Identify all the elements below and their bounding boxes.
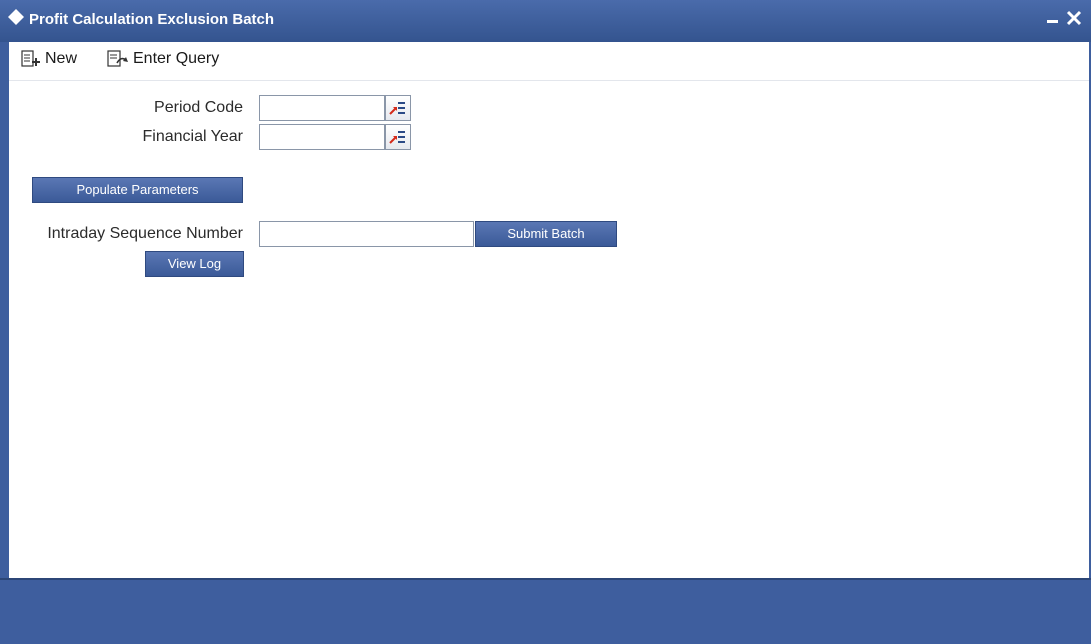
close-button[interactable] bbox=[1065, 9, 1083, 27]
close-icon bbox=[1066, 10, 1082, 26]
new-button[interactable]: New bbox=[21, 48, 77, 70]
diamond-icon bbox=[8, 9, 24, 25]
new-document-icon bbox=[21, 50, 40, 67]
footer-bar bbox=[0, 578, 1091, 644]
window-title: Profit Calculation Exclusion Batch bbox=[29, 11, 275, 28]
enter-query-label: Enter Query bbox=[133, 50, 220, 67]
submit-batch-button[interactable]: Submit Batch bbox=[475, 221, 617, 247]
populate-parameters-button[interactable]: Populate Parameters bbox=[32, 177, 243, 203]
period-code-input[interactable] bbox=[259, 95, 385, 121]
list-of-values-icon bbox=[389, 131, 405, 144]
minimize-icon bbox=[1047, 20, 1058, 23]
enter-query-button[interactable]: Enter Query bbox=[107, 48, 219, 70]
list-of-values-icon bbox=[389, 102, 405, 115]
period-code-label: Period Code bbox=[154, 99, 243, 116]
financial-year-lov-button[interactable] bbox=[385, 124, 411, 150]
batch-window: Profit Calculation Exclusion Batch New E… bbox=[0, 0, 1091, 644]
view-log-button[interactable]: View Log bbox=[145, 251, 244, 277]
period-code-lov-button[interactable] bbox=[385, 95, 411, 121]
financial-year-label: Financial Year bbox=[142, 128, 243, 145]
title-bar[interactable]: Profit Calculation Exclusion Batch bbox=[0, 0, 1091, 42]
intraday-sequence-label: Intraday Sequence Number bbox=[47, 225, 243, 242]
minimize-button[interactable] bbox=[1044, 9, 1062, 27]
toolbar: New Enter Query bbox=[9, 42, 1089, 81]
intraday-sequence-input[interactable] bbox=[259, 221, 474, 247]
financial-year-input[interactable] bbox=[259, 124, 385, 150]
enter-query-icon bbox=[107, 50, 128, 67]
new-label: New bbox=[45, 50, 78, 67]
